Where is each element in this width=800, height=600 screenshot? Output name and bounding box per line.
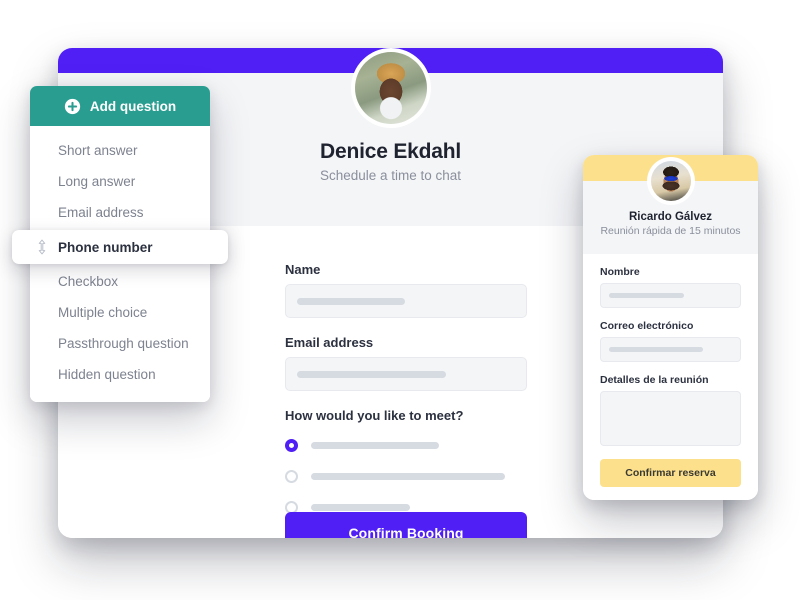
list-item-label: Multiple choice: [58, 305, 148, 320]
add-question-button[interactable]: Add question: [30, 86, 210, 126]
avatar: [646, 157, 695, 205]
name-input[interactable]: [285, 284, 527, 318]
meeting-choice-label: How would you like to meet?: [285, 408, 464, 423]
radio-option-text-bar: [311, 441, 440, 449]
list-item-label: Phone number: [58, 239, 153, 255]
confirmar-reserva-button[interactable]: Confirmar reserva: [600, 459, 741, 487]
spanish-card-body: Nombre Correo electrónico Detalles de la…: [583, 254, 758, 500]
question-type-email-address[interactable]: Email address: [30, 197, 210, 228]
confirm-booking-button[interactable]: Confirm Booking: [285, 512, 527, 538]
radio-option-text-bar: [311, 472, 505, 480]
add-question-label: Add question: [89, 98, 177, 114]
ricardo-avatar: [650, 161, 691, 201]
drag-vertical-icon[interactable]: [37, 239, 47, 255]
spanish-booking-card: Ricardo Gálvez Reunión rápida de 15 minu…: [583, 155, 758, 500]
spanish-page-title: Ricardo Gálvez: [628, 211, 713, 223]
correo-field-label: Correo electrónico: [600, 320, 694, 332]
name-field-group: Name: [285, 262, 527, 318]
detalles-field-label: Detalles de la reunión: [600, 374, 709, 386]
booking-form: Name Email address How would you like to…: [285, 262, 527, 527]
list-item-label: Email address: [58, 205, 144, 220]
question-type-list: Short answer Long answer Email address P…: [12, 126, 228, 402]
list-item-label: Short answer: [58, 143, 138, 158]
nombre-input[interactable]: [600, 283, 741, 308]
name-field-label: Name: [285, 262, 321, 277]
radio-option-text-bar: [311, 503, 411, 511]
avatar: [350, 48, 431, 128]
list-item-label: Hidden question: [58, 367, 156, 382]
spanish-page-subtitle: Reunión rápida de 15 minutos: [600, 225, 741, 237]
detalles-field-group: Detalles de la reunión: [600, 374, 741, 446]
email-field-group: Email address: [285, 335, 527, 391]
question-type-passthrough-question[interactable]: Passthrough question: [30, 328, 210, 359]
screenshot-stage: Denice Ekdahl Schedule a time to chat Na…: [0, 0, 800, 600]
question-type-long-answer[interactable]: Long answer: [30, 166, 210, 197]
correo-placeholder-bar: [609, 347, 704, 352]
radio-icon[interactable]: [285, 469, 298, 483]
nombre-field-group: Nombre: [600, 266, 741, 308]
email-field-label: Email address: [285, 335, 374, 350]
nombre-placeholder-bar: [609, 293, 684, 298]
denice-avatar: [354, 52, 427, 124]
radio-option-2[interactable]: [285, 465, 527, 487]
email-placeholder-bar: [297, 370, 446, 378]
list-item-label: Passthrough question: [58, 336, 189, 351]
radio-option-1[interactable]: [285, 434, 527, 456]
list-item-label: Long answer: [58, 174, 136, 189]
correo-input[interactable]: [600, 337, 741, 362]
detalles-textarea[interactable]: [600, 391, 741, 446]
meeting-choice-group: How would you like to meet?: [285, 408, 527, 518]
page-title: Denice Ekdahl: [320, 140, 461, 163]
nombre-field-label: Nombre: [600, 266, 640, 278]
question-type-checkbox[interactable]: Checkbox: [30, 266, 210, 297]
question-type-phone-number[interactable]: Phone number: [12, 230, 228, 264]
page-subtitle: Schedule a time to chat: [319, 168, 462, 183]
email-field[interactable]: [285, 357, 527, 391]
spanish-card-header: Ricardo Gálvez Reunión rápida de 15 minu…: [583, 157, 758, 254]
correo-field-group: Correo electrónico: [600, 320, 741, 362]
question-type-short-answer[interactable]: Short answer: [30, 135, 210, 166]
plus-circle-icon: [64, 98, 81, 114]
radio-icon[interactable]: [285, 438, 298, 452]
question-type-hidden-question[interactable]: Hidden question: [30, 359, 210, 390]
list-item-label: Checkbox: [58, 274, 119, 289]
add-question-panel: Add question Short answer Long answer Em…: [12, 86, 228, 402]
name-placeholder-bar: [297, 297, 405, 305]
question-type-multiple-choice[interactable]: Multiple choice: [30, 297, 210, 328]
